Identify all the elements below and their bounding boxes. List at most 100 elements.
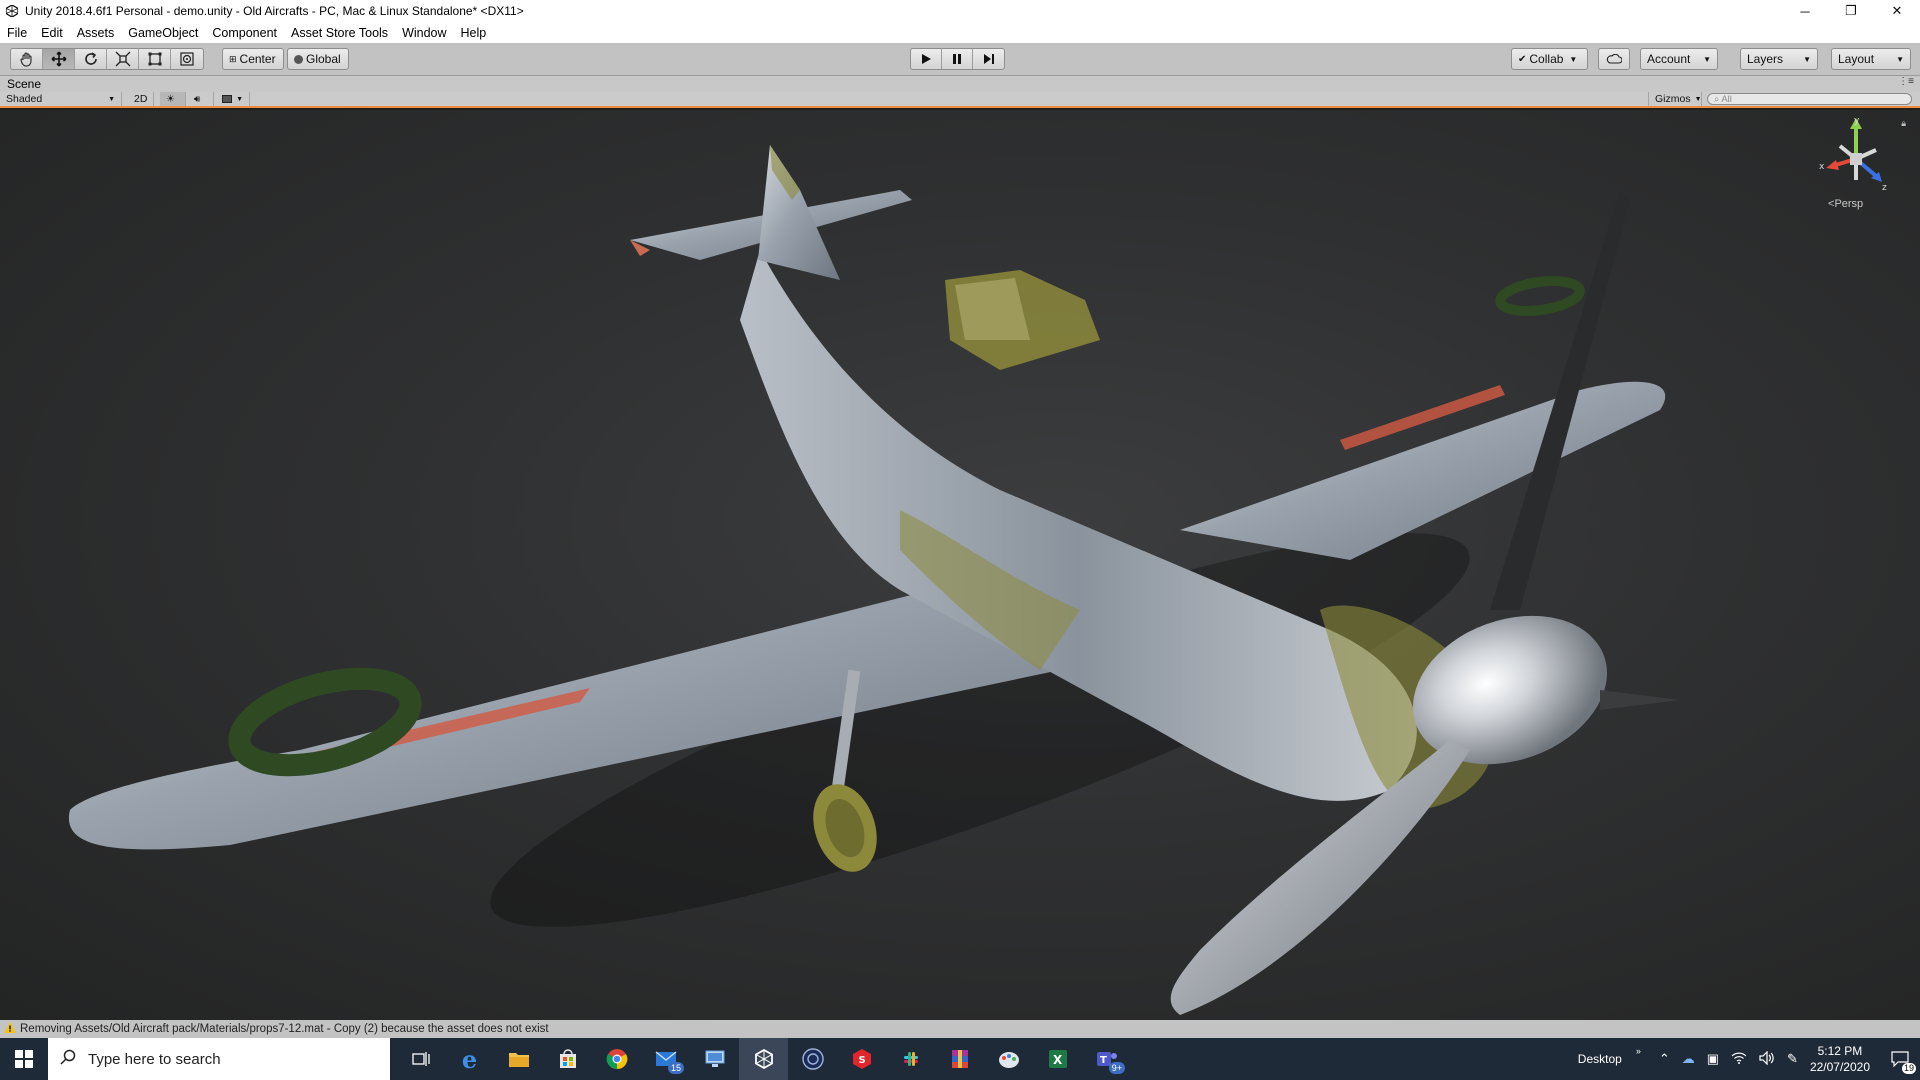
gizmos-label: Gizmos — [1655, 93, 1691, 105]
rotate-tool-icon[interactable] — [75, 49, 107, 69]
start-button[interactable] — [0, 1038, 48, 1080]
axis-y-label: y — [1854, 116, 1860, 126]
excel-app-icon[interactable]: X — [1033, 1038, 1082, 1080]
play-button[interactable] — [911, 49, 942, 69]
svg-text:T: T — [1100, 1055, 1107, 1066]
toolbar-expand-icon[interactable]: » — [1636, 1046, 1641, 1056]
shading-mode-dropdown[interactable]: Shaded ▼ — [0, 92, 122, 106]
paint-app-icon[interactable] — [984, 1038, 1033, 1080]
move-tool-icon[interactable] — [43, 49, 75, 69]
projection-label[interactable]: <Persp — [1828, 198, 1863, 210]
volume-icon[interactable] — [1759, 1050, 1775, 1068]
collab-button[interactable]: ✔ Collab ▼ — [1511, 48, 1588, 70]
windows-logo-icon — [15, 1050, 33, 1068]
step-button[interactable] — [973, 49, 1004, 69]
account-label: Account — [1647, 52, 1691, 66]
menu-assets[interactable]: Assets — [70, 26, 122, 40]
scene-orientation-gizmo[interactable]: y x z 🔒︎ <Persp — [1816, 114, 1906, 224]
hand-tool-icon[interactable] — [11, 49, 43, 69]
pivot-label: Center — [239, 52, 276, 66]
lighting-toggle[interactable]: ☀ — [160, 92, 186, 106]
remote-desktop-icon[interactable] — [690, 1038, 739, 1080]
menu-component[interactable]: Component — [205, 26, 284, 40]
minimize-button[interactable]: ─ — [1782, 0, 1828, 22]
svg-text:S: S — [858, 1055, 865, 1066]
mail-badge: 15 — [667, 1062, 684, 1074]
cloud-services-button[interactable] — [1598, 48, 1630, 70]
taskbar-search-box[interactable]: Type here to search — [48, 1038, 390, 1080]
chrome-browser-icon[interactable] — [592, 1038, 641, 1080]
axis-x-label: x — [1819, 162, 1825, 172]
warning-icon — [4, 1022, 16, 1036]
playback-controls — [910, 48, 1005, 70]
scene-tab[interactable]: Scene ⋮≡ — [0, 76, 1920, 92]
menu-file[interactable]: File — [0, 26, 34, 40]
image-icon — [222, 95, 233, 103]
menu-help[interactable]: Help — [454, 26, 494, 40]
scene-viewport[interactable]: y x z 🔒︎ <Persp — [0, 110, 1920, 1020]
layout-dropdown[interactable]: Layout ▼ — [1831, 48, 1911, 70]
layers-dropdown[interactable]: Layers ▼ — [1740, 48, 1818, 70]
transform-tool-icon[interactable] — [171, 49, 203, 69]
hierarchy-search-input[interactable]: ⌕ All — [1707, 93, 1912, 105]
task-view-icon[interactable] — [396, 1038, 445, 1080]
menu-edit[interactable]: Edit — [34, 26, 70, 40]
menu-window[interactable]: Window — [395, 26, 453, 40]
pause-button[interactable] — [942, 49, 973, 69]
display-icon[interactable]: ▣ — [1707, 1051, 1719, 1067]
2d-label: 2D — [134, 93, 148, 105]
menu-gameobject[interactable]: GameObject — [121, 26, 205, 40]
main-toolbar: ⊞ Center Global ✔ Collab ▼ Account ▼ Lay… — [0, 43, 1920, 76]
unity-logo-icon — [5, 4, 19, 18]
account-dropdown[interactable]: Account ▼ — [1640, 48, 1718, 70]
edge-browser-icon[interactable]: e — [445, 1038, 494, 1080]
system-tray: Desktop » ⌃ ☁ ▣ ✎ 5:12 PM 22/07/2020 19 — [1578, 1038, 1920, 1080]
restore-button[interactable]: ❐ — [1828, 0, 1874, 22]
cinema4d-app-icon[interactable] — [788, 1038, 837, 1080]
pivot-mode-button[interactable]: ⊞ Center — [222, 48, 284, 70]
chevron-down-icon: ▼ — [1694, 95, 1702, 103]
gizmos-dropdown[interactable]: Gizmos ▼ — [1648, 92, 1702, 106]
title-bar: Unity 2018.4.6f1 Personal - demo.unity -… — [0, 0, 1920, 22]
chevron-down-icon: ▼ — [236, 95, 243, 103]
wifi-icon[interactable] — [1731, 1052, 1747, 1067]
slack-app-icon[interactable] — [886, 1038, 935, 1080]
step-icon — [983, 54, 994, 64]
action-center-button[interactable]: 19 — [1880, 1038, 1920, 1080]
mail-app-icon[interactable]: 15 — [641, 1038, 690, 1080]
scene-tab-label: Scene — [7, 77, 42, 91]
scale-tool-icon[interactable] — [107, 49, 139, 69]
space-label: Global — [306, 52, 341, 66]
aircraft-model[interactable] — [0, 110, 1920, 1020]
window-title: Unity 2018.4.6f1 Personal - demo.unity -… — [25, 4, 524, 18]
panel-menu-icon[interactable]: ⋮≡ — [1898, 76, 1914, 87]
pen-ink-workspace-icon[interactable]: ✎ — [1787, 1051, 1798, 1067]
teams-app-icon[interactable]: T 9+ — [1082, 1038, 1131, 1080]
2d-mode-toggle[interactable]: 2D — [128, 92, 154, 106]
transform-tools — [10, 48, 204, 70]
show-hidden-icons-chevron-icon[interactable]: ⌃ — [1659, 1051, 1670, 1067]
desktop-toolbar-label[interactable]: Desktop — [1578, 1052, 1622, 1066]
winrar-app-icon[interactable] — [935, 1038, 984, 1080]
collab-label: Collab — [1529, 52, 1564, 66]
pivot-icon: ⊞ — [229, 53, 237, 64]
substance-app-icon[interactable]: S — [837, 1038, 886, 1080]
audio-toggle[interactable]: 🔊︎ — [188, 92, 214, 106]
shading-mode-label: Shaded — [6, 93, 43, 105]
pause-icon — [953, 54, 961, 64]
network-people-icon[interactable]: ☁ — [1682, 1051, 1695, 1067]
effects-dropdown[interactable]: ▼ — [216, 92, 250, 106]
unity-app-icon[interactable] — [739, 1038, 788, 1080]
microsoft-store-icon[interactable] — [543, 1038, 592, 1080]
pivot-space-button[interactable]: Global — [287, 48, 349, 70]
projection-label-text: Persp — [1834, 198, 1864, 210]
rect-tool-icon[interactable] — [139, 49, 171, 69]
search-icon — [60, 1049, 76, 1069]
file-explorer-icon[interactable] — [494, 1038, 543, 1080]
taskbar-clock[interactable]: 5:12 PM 22/07/2020 — [1810, 1043, 1870, 1075]
close-button[interactable]: ✕ — [1874, 0, 1920, 22]
menu-asset-store-tools[interactable]: Asset Store Tools — [284, 26, 395, 40]
console-status-bar[interactable]: Removing Assets/Old Aircraft pack/Materi… — [0, 1020, 1920, 1038]
lock-icon[interactable]: 🔒︎ — [1901, 118, 1906, 129]
scene-toolbar: Shaded ▼ 2D ☀ 🔊︎ ▼ Gizmos ▼ ⌕ All — [0, 92, 1920, 108]
